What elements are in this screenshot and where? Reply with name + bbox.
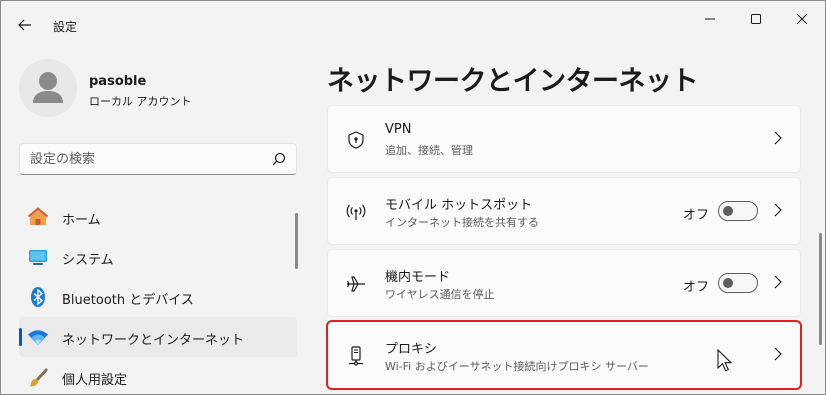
card-title: 機内モード: [385, 270, 451, 285]
sidebar-item-network[interactable]: ネットワークとインターネット: [19, 317, 297, 357]
sidebar-item-label: ネットワークとインターネット: [62, 333, 245, 348]
maximize-button[interactable]: [733, 5, 779, 33]
chevron-right-icon[interactable]: [774, 203, 782, 217]
card-subtitle: インターネット接続を共有する: [385, 216, 539, 229]
minimize-icon: [705, 18, 715, 20]
sidebar-item-label: 個人用設定: [62, 373, 128, 388]
home-icon: [27, 206, 49, 228]
search-box[interactable]: [19, 143, 297, 175]
chevron-right-icon: [774, 347, 782, 361]
chevron-right-icon[interactable]: [774, 275, 782, 289]
page-title: ネットワークとインターネット: [327, 66, 699, 97]
airplane-icon: [344, 272, 368, 296]
toggle-state-label: オフ: [683, 208, 710, 223]
airplane-mode-toggle[interactable]: [718, 273, 758, 293]
card-title: プロキシ: [385, 342, 438, 357]
back-arrow-icon: [18, 19, 31, 31]
chevron-right-icon: [774, 131, 782, 145]
bluetooth-icon: [27, 286, 49, 308]
avatar[interactable]: [19, 59, 77, 117]
sidebar-item-label: ホーム: [62, 213, 101, 228]
system-icon: [27, 246, 49, 268]
toggle-state-label: オフ: [683, 280, 710, 295]
active-indicator: [19, 328, 22, 346]
hotspot-toggle[interactable]: [718, 201, 758, 221]
title-bar: 設定: [1, 1, 826, 49]
card-subtitle: ワイヤレス通信を停止: [385, 288, 495, 301]
mobile-hotspot-card[interactable]: モバイル ホットスポット インターネット接続を共有する オフ: [327, 177, 801, 245]
minimize-button[interactable]: [687, 5, 733, 33]
sidebar-item-system[interactable]: システム: [19, 237, 297, 277]
sidebar-scrollbar[interactable]: [295, 213, 298, 269]
content-scrollbar[interactable]: [819, 233, 822, 345]
profile-name: pasoble: [89, 74, 147, 89]
close-icon: [797, 14, 807, 24]
sidebar-item-home[interactable]: ホーム: [19, 197, 297, 237]
proxy-icon: [344, 344, 368, 368]
sidebar-item-label: システム: [62, 253, 114, 268]
card-title: モバイル ホットスポット: [385, 198, 533, 213]
card-subtitle: 追加、接続、管理: [385, 144, 473, 157]
close-button[interactable]: [779, 5, 825, 33]
card-title: VPN: [385, 122, 412, 137]
airplane-mode-card[interactable]: 機内モード ワイヤレス通信を停止 オフ: [327, 249, 801, 317]
maximize-icon: [751, 14, 761, 24]
shield-icon: [344, 128, 368, 152]
toggle-knob: [723, 206, 733, 216]
hotspot-icon: [344, 200, 368, 224]
card-subtitle: Wi-Fi およびイーサネット接続向けプロキシ サーバー: [385, 360, 649, 373]
sidebar-item-personalization[interactable]: 個人用設定: [19, 357, 297, 395]
brush-icon: [27, 366, 49, 388]
search-input[interactable]: [30, 150, 260, 168]
sidebar-item-bluetooth[interactable]: Bluetooth とデバイス: [19, 277, 297, 317]
app-title: 設定: [53, 20, 78, 34]
toggle-knob: [723, 278, 733, 288]
mouse-cursor-icon: [717, 349, 733, 372]
vpn-card[interactable]: VPN 追加、接続、管理: [327, 105, 801, 173]
search-icon[interactable]: [272, 152, 286, 166]
wifi-icon: [27, 326, 49, 348]
user-icon: [33, 72, 63, 103]
sidebar-item-label: Bluetooth とデバイス: [62, 293, 194, 308]
profile-account-type: ローカル アカウント: [89, 95, 192, 108]
sidebar-nav: ホーム システム Bluetooth とデバイス ネットワークとインターネット …: [19, 197, 297, 395]
back-button[interactable]: [11, 11, 39, 39]
